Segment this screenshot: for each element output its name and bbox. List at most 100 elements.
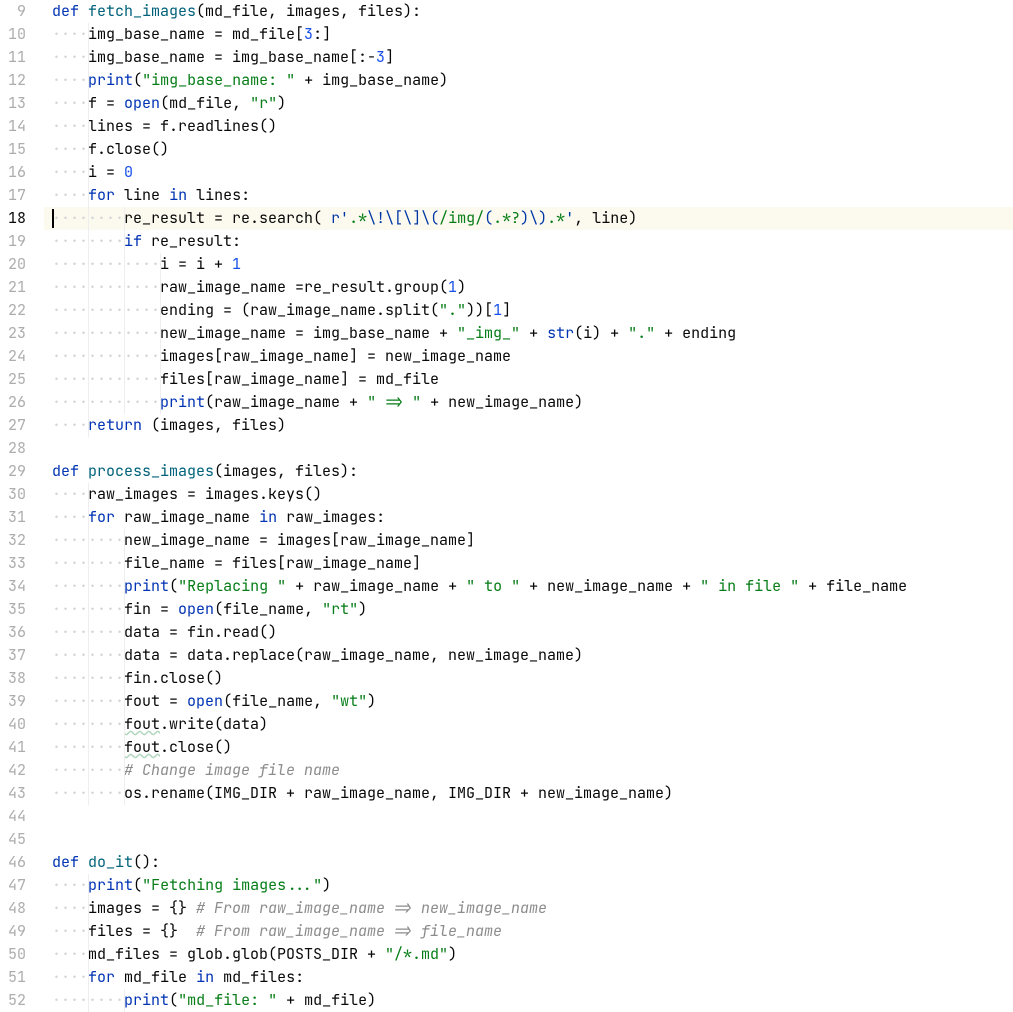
line-number[interactable]: 15 (8, 138, 26, 161)
indent-guide (88, 184, 89, 207)
code-line[interactable]: ········re_result = re.search( r'.*\!\[\… (44, 207, 1013, 230)
code-line[interactable]: ····img_base_name = img_base_name[:-3] (44, 46, 1013, 69)
code-line[interactable]: def do_it(): (44, 851, 1013, 874)
line-number[interactable]: 35 (8, 598, 26, 621)
code-line[interactable]: ····raw_images = images.keys() (44, 483, 1013, 506)
line-number[interactable]: 28 (8, 437, 26, 460)
code-line[interactable]: def fetch_images(md_file, images, files)… (44, 0, 1013, 23)
code-line[interactable]: ····lines = f.readlines() (44, 115, 1013, 138)
indent-guide (88, 943, 89, 966)
line-number[interactable]: 22 (8, 299, 26, 322)
indent-guide (160, 253, 161, 276)
code-line[interactable]: ········data = data.replace(raw_image_na… (44, 644, 1013, 667)
code-line[interactable]: def process_images(images, files): (44, 460, 1013, 483)
line-number[interactable]: 9 (8, 0, 26, 23)
line-number[interactable]: 25 (8, 368, 26, 391)
line-number[interactable]: 40 (8, 713, 26, 736)
line-number[interactable]: 16 (8, 161, 26, 184)
line-number[interactable]: 52 (8, 989, 26, 1012)
code-token: "wt" (331, 691, 367, 711)
code-line[interactable]: ········if re_result: (44, 230, 1013, 253)
code-line[interactable]: ········new_image_name = images[raw_imag… (44, 529, 1013, 552)
code-line[interactable]: ····img_base_name = md_file[3:] (44, 23, 1013, 46)
line-number[interactable]: 39 (8, 690, 26, 713)
code-line[interactable]: ········os.rename(IMG_DIR + raw_image_na… (44, 782, 1013, 805)
code-line[interactable]: ····f.close() (44, 138, 1013, 161)
code-line[interactable]: ········print("Replacing " + raw_image_n… (44, 575, 1013, 598)
code-token: def (52, 1, 88, 21)
code-area[interactable]: def fetch_images(md_file, images, files)… (44, 0, 1013, 1012)
line-number[interactable]: 14 (8, 115, 26, 138)
code-line[interactable]: ········fin.close() (44, 667, 1013, 690)
line-number[interactable]: 31 (8, 506, 26, 529)
line-number[interactable]: 46 (8, 851, 26, 874)
code-line[interactable]: ········fout.close() (44, 736, 1013, 759)
line-number[interactable]: 20 (8, 253, 26, 276)
code-line[interactable]: ············raw_image_name =re_result.gr… (44, 276, 1013, 299)
code-line[interactable]: ····for raw_image_name in raw_images: (44, 506, 1013, 529)
line-number[interactable]: 12 (8, 69, 26, 92)
line-number[interactable]: 41 (8, 736, 26, 759)
code-line[interactable] (44, 805, 1013, 828)
line-number[interactable]: 51 (8, 966, 26, 989)
line-number[interactable]: 43 (8, 782, 26, 805)
line-number[interactable]: 44 (8, 805, 26, 828)
line-number[interactable]: 33 (8, 552, 26, 575)
code-line[interactable]: ············images[raw_image_name] = new… (44, 345, 1013, 368)
code-line[interactable]: ····images = {} # From raw_image_name =>… (44, 897, 1013, 920)
line-number[interactable]: 23 (8, 322, 26, 345)
line-number[interactable]: 27 (8, 414, 26, 437)
line-number[interactable]: 42 (8, 759, 26, 782)
code-line[interactable]: ····i = 0 (44, 161, 1013, 184)
line-number[interactable]: 48 (8, 897, 26, 920)
line-number[interactable]: 32 (8, 529, 26, 552)
code-line[interactable]: ····md_files = glob.glob(POSTS_DIR + "/*… (44, 943, 1013, 966)
code-line[interactable]: ············files[raw_image_name] = md_f… (44, 368, 1013, 391)
line-number-gutter[interactable]: 9101112131415161718192021222324252627282… (0, 0, 44, 1012)
code-line[interactable]: ····for line in lines: (44, 184, 1013, 207)
line-number[interactable]: 36 (8, 621, 26, 644)
line-number[interactable]: 29 (8, 460, 26, 483)
code-line[interactable]: ········fout = open(file_name, "wt") (44, 690, 1013, 713)
code-line[interactable]: ····f = open(md_file, "r") (44, 92, 1013, 115)
code-line[interactable] (44, 437, 1013, 460)
code-token: (md_file, images, files): (196, 1, 421, 21)
line-number[interactable]: 11 (8, 46, 26, 69)
line-number[interactable]: 26 (8, 391, 26, 414)
line-number[interactable]: 17 (8, 184, 26, 207)
line-number[interactable]: 21 (8, 276, 26, 299)
code-line[interactable] (44, 828, 1013, 851)
code-line[interactable]: ············ending = (raw_image_name.spl… (44, 299, 1013, 322)
code-line[interactable]: ········fin = open(file_name, "rt") (44, 598, 1013, 621)
line-number[interactable]: 47 (8, 874, 26, 897)
code-line[interactable]: ····print("img_base_name: " + img_base_n… (44, 69, 1013, 92)
code-line[interactable]: ········fout.write(data) (44, 713, 1013, 736)
code-line[interactable]: ····files = {} # From raw_image_name => … (44, 920, 1013, 943)
line-number[interactable]: 30 (8, 483, 26, 506)
code-line[interactable]: ········# Change image file name (44, 759, 1013, 782)
code-token: ) (322, 875, 331, 895)
line-number[interactable]: 18 (8, 207, 26, 230)
line-number[interactable]: 24 (8, 345, 26, 368)
code-line[interactable]: ············print(raw_image_name + " => … (44, 391, 1013, 414)
code-line[interactable]: ····print("Fetching images...") (44, 874, 1013, 897)
line-number[interactable]: 49 (8, 920, 26, 943)
line-number[interactable]: 13 (8, 92, 26, 115)
line-number[interactable]: 50 (8, 943, 26, 966)
code-token: print (124, 990, 169, 1010)
code-line[interactable]: ············new_image_name = img_base_na… (44, 322, 1013, 345)
code-line[interactable]: ····for md_file in md_files: (44, 966, 1013, 989)
code-editor[interactable]: 9101112131415161718192021222324252627282… (0, 0, 1013, 1012)
code-line[interactable]: ····return (images, files) (44, 414, 1013, 437)
line-number[interactable]: 19 (8, 230, 26, 253)
code-token: md_files = glob.glob(POSTS_DIR + (88, 944, 385, 964)
code-line[interactable]: ············i = i + 1 (44, 253, 1013, 276)
line-number[interactable]: 34 (8, 575, 26, 598)
line-number[interactable]: 38 (8, 667, 26, 690)
code-line[interactable]: ········data = fin.read() (44, 621, 1013, 644)
line-number[interactable]: 45 (8, 828, 26, 851)
line-number[interactable]: 37 (8, 644, 26, 667)
code-line[interactable]: ········file_name = files[raw_image_name… (44, 552, 1013, 575)
code-line[interactable]: ········print("md_file: " + md_file) (44, 989, 1013, 1012)
line-number[interactable]: 10 (8, 23, 26, 46)
